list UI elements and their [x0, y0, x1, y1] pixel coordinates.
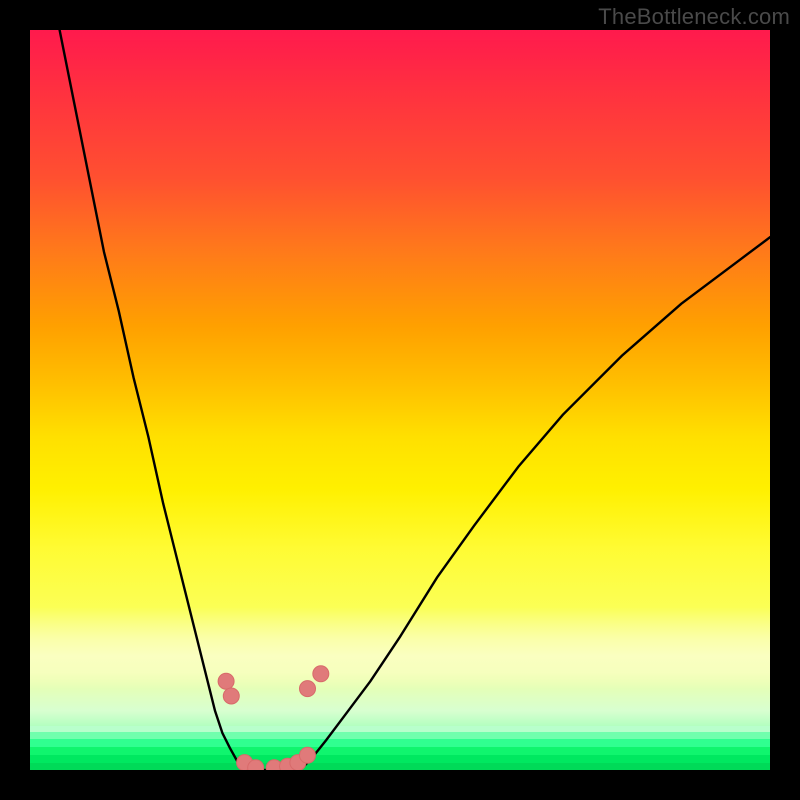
curve-right-branch — [300, 237, 770, 770]
chart-frame: TheBottleneck.com — [0, 0, 800, 800]
watermark-text: TheBottleneck.com — [598, 4, 790, 30]
marker-dot — [300, 747, 316, 763]
marker-dot — [313, 666, 329, 682]
curve-layer — [30, 30, 770, 770]
marker-dot — [223, 688, 239, 704]
marker-dot — [218, 673, 234, 689]
plot-area — [30, 30, 770, 770]
marker-dot — [300, 681, 316, 697]
curve-left-branch — [60, 30, 249, 770]
